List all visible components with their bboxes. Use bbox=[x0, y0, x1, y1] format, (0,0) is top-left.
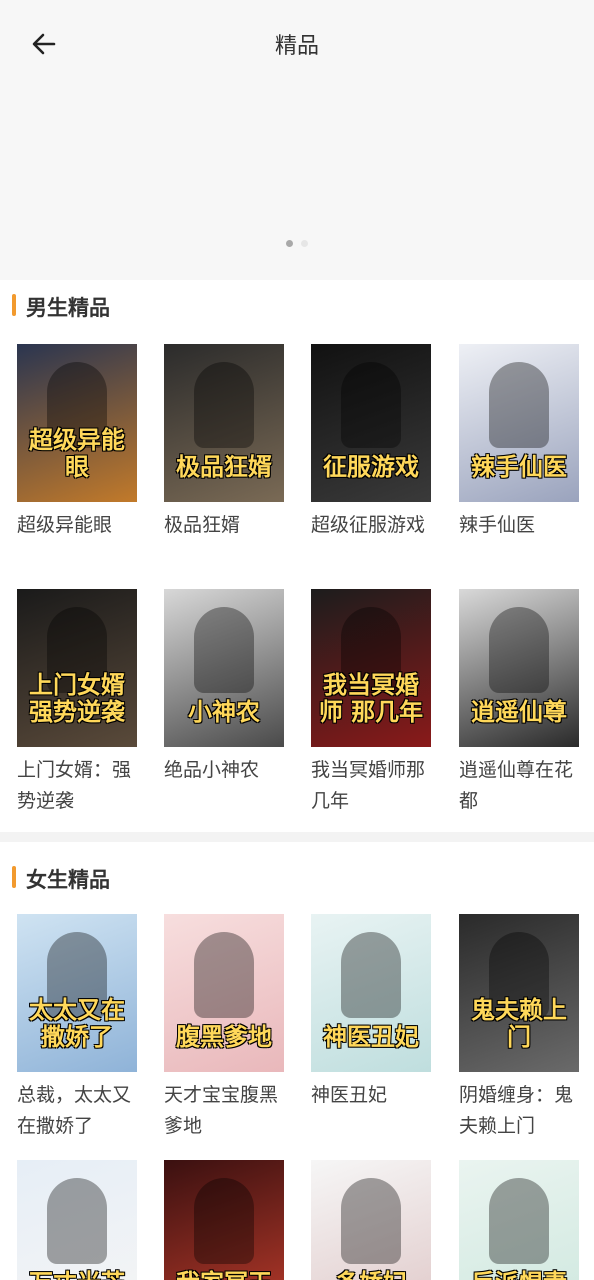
book-cover[interactable]: 极品狂婿 bbox=[164, 344, 284, 502]
book-card[interactable]: 我当冥婚师 那几年 我当冥婚师那几年 bbox=[311, 589, 431, 817]
book-cover[interactable]: 太太又在 撒娇了 bbox=[17, 914, 137, 1072]
section-header: 男生精品 bbox=[0, 282, 594, 328]
book-title[interactable]: 超级征服游戏 bbox=[311, 510, 435, 541]
book-card[interactable]: 腹黑爹地 天才宝宝腹黑爹地 bbox=[164, 914, 284, 1142]
book-cover[interactable]: 反派悍妻 bbox=[459, 1160, 579, 1280]
book-title[interactable]: 绝品小神农 bbox=[164, 755, 288, 786]
book-cover[interactable]: 辣手仙医 bbox=[459, 344, 579, 502]
book-title[interactable]: 超级异能眼 bbox=[17, 510, 141, 541]
book-cover[interactable]: 腹黑爹地 bbox=[164, 914, 284, 1072]
book-title[interactable]: 总裁，太太又在撒娇了 bbox=[17, 1080, 141, 1142]
section-header: 女生精品 bbox=[0, 854, 594, 900]
book-title[interactable]: 天才宝宝腹黑爹地 bbox=[164, 1080, 288, 1142]
book-card[interactable]: 太太又在 撒娇了 总裁，太太又在撒娇了 bbox=[17, 914, 137, 1142]
book-cover[interactable]: 多娇妃 bbox=[311, 1160, 431, 1280]
book-card[interactable]: 逍遥仙尊 逍遥仙尊在花都 bbox=[459, 589, 579, 817]
book-card[interactable]: 超级异能眼 超级异能眼 bbox=[17, 344, 137, 541]
section-divider bbox=[0, 832, 594, 842]
book-title[interactable]: 逍遥仙尊在花都 bbox=[459, 755, 583, 817]
book-card[interactable]: 征服游戏 超级征服游戏 bbox=[311, 344, 431, 541]
book-cover[interactable]: 逍遥仙尊 bbox=[459, 589, 579, 747]
book-cover[interactable]: 超级异能眼 bbox=[17, 344, 137, 502]
book-cover[interactable]: 鬼夫赖上门 bbox=[459, 914, 579, 1072]
book-card[interactable]: 极品狂婿 极品狂婿 bbox=[164, 344, 284, 541]
book-card[interactable]: 上门女婿 强势逆袭 上门女婿：强势逆袭 bbox=[17, 589, 137, 817]
book-card[interactable]: 神医丑妃 神医丑妃 bbox=[311, 914, 431, 1111]
section-accent-bar bbox=[12, 294, 16, 316]
book-card[interactable]: 多娇妃 bbox=[311, 1160, 431, 1280]
section-female: 女生精品 太太又在 撒娇了 总裁，太太又在撒娇了 腹黑爹地 天才宝宝腹黑爹地 神… bbox=[0, 854, 594, 1280]
carousel-dots bbox=[0, 240, 594, 247]
section-title: 女生精品 bbox=[26, 868, 110, 892]
book-card[interactable]: 鬼夫赖上门 阴婚缠身：鬼夫赖上门 bbox=[459, 914, 579, 1142]
carousel-dot[interactable] bbox=[301, 240, 308, 247]
book-title[interactable]: 阴婚缠身：鬼夫赖上门 bbox=[459, 1080, 583, 1142]
book-title[interactable]: 极品狂婿 bbox=[164, 510, 288, 541]
top-bar: 精品 bbox=[0, 0, 594, 90]
page-title: 精品 bbox=[274, 34, 319, 59]
book-cover[interactable]: 万丈光芒 bbox=[17, 1160, 137, 1280]
book-cover[interactable]: 小神农 bbox=[164, 589, 284, 747]
book-card[interactable]: 反派悍妻 bbox=[459, 1160, 579, 1280]
book-cover[interactable]: 我当冥婚师 那几年 bbox=[311, 589, 431, 747]
banner-carousel[interactable] bbox=[0, 90, 594, 280]
book-title[interactable]: 神医丑妃 bbox=[311, 1080, 435, 1111]
book-cover[interactable]: 我家冥王 bbox=[164, 1160, 284, 1280]
book-card[interactable]: 小神农 绝品小神农 bbox=[164, 589, 284, 786]
book-title[interactable]: 辣手仙医 bbox=[459, 510, 583, 541]
book-title[interactable]: 上门女婿：强势逆袭 bbox=[17, 755, 141, 817]
section-male: 男生精品 超级异能眼 超级异能眼 极品狂婿 极品狂婿 征服游戏 超级征服游戏 辣… bbox=[0, 282, 594, 832]
book-card[interactable]: 我家冥王 bbox=[164, 1160, 284, 1280]
book-card[interactable]: 辣手仙医 辣手仙医 bbox=[459, 344, 579, 541]
book-cover[interactable]: 征服游戏 bbox=[311, 344, 431, 502]
carousel-dot[interactable] bbox=[286, 240, 293, 247]
book-card[interactable]: 万丈光芒 bbox=[17, 1160, 137, 1280]
book-title[interactable]: 我当冥婚师那几年 bbox=[311, 755, 435, 817]
book-cover[interactable]: 神医丑妃 bbox=[311, 914, 431, 1072]
book-cover[interactable]: 上门女婿 强势逆袭 bbox=[17, 589, 137, 747]
section-title: 男生精品 bbox=[26, 296, 110, 320]
section-accent-bar bbox=[12, 866, 16, 888]
